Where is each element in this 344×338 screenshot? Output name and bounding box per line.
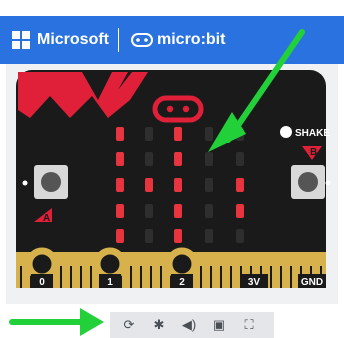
edge-strip <box>280 266 282 288</box>
led <box>236 127 244 141</box>
pin-ring[interactable] <box>93 247 127 281</box>
annotation-arrowhead-toolbar <box>80 308 104 336</box>
led <box>236 229 244 243</box>
edge-strip <box>90 266 92 288</box>
button-a-label: A <box>43 213 50 224</box>
mute-audio-button[interactable]: ◀) <box>176 314 202 336</box>
debug-icon: ✱ <box>153 317 165 332</box>
led <box>174 152 182 166</box>
led <box>205 152 213 166</box>
led <box>116 229 124 243</box>
simulator-toolbar: ⟳ ✱ ◀) ▣ ⛶ <box>110 312 274 338</box>
edge-strip <box>70 266 72 288</box>
led <box>236 178 244 192</box>
pin-label: 2 <box>179 277 185 288</box>
screenshot-icon: ▣ <box>212 317 226 332</box>
edge-strip <box>60 266 62 288</box>
led <box>174 204 182 218</box>
pin-ring[interactable] <box>165 247 199 281</box>
led <box>236 204 244 218</box>
edge-strip <box>230 266 232 288</box>
led <box>205 229 213 243</box>
button-b[interactable] <box>291 165 331 199</box>
led <box>145 178 153 192</box>
edge-strip <box>270 266 272 288</box>
edge-strip <box>80 266 82 288</box>
shake-label: SHAKE <box>295 128 330 139</box>
pin-label: 1 <box>107 277 113 288</box>
led <box>205 204 213 218</box>
edge-strip <box>150 266 152 288</box>
edge-strip <box>130 266 132 288</box>
led <box>236 152 244 166</box>
restart-icon: ⟳ <box>123 317 135 332</box>
led <box>174 178 182 192</box>
edge-strip <box>200 266 202 288</box>
led <box>116 127 124 141</box>
edge-strip <box>140 266 142 288</box>
led <box>145 152 153 166</box>
led <box>205 178 213 192</box>
shake-button[interactable]: SHAKE <box>280 126 330 139</box>
led <box>174 229 182 243</box>
screenshot-button[interactable]: ▣ <box>206 314 232 336</box>
led <box>205 127 213 141</box>
fullscreen-button[interactable]: ⛶ <box>236 314 262 336</box>
led <box>145 204 153 218</box>
pin-label: GND <box>301 277 323 288</box>
restart-button[interactable]: ⟳ <box>116 314 142 336</box>
edge-strip <box>160 266 162 288</box>
pin-label: 3V <box>248 277 261 288</box>
led <box>116 152 124 166</box>
edge-strip <box>290 266 292 288</box>
debug-button[interactable]: ✱ <box>146 314 172 336</box>
led <box>145 127 153 141</box>
led <box>116 178 124 192</box>
edge-strip <box>220 266 222 288</box>
led <box>145 229 153 243</box>
led <box>116 204 124 218</box>
microbit-board[interactable]: A B SHAKE 0 1 2 3V GND <box>0 0 344 310</box>
led <box>174 127 182 141</box>
mute-audio-icon: ◀) <box>181 317 197 332</box>
pin-ring[interactable] <box>25 247 59 281</box>
fullscreen-icon: ⛶ <box>244 317 254 332</box>
edge-strip <box>210 266 212 288</box>
button-b-label: B <box>310 147 317 158</box>
edge-strip <box>20 266 22 288</box>
pin-label: 0 <box>39 277 45 288</box>
